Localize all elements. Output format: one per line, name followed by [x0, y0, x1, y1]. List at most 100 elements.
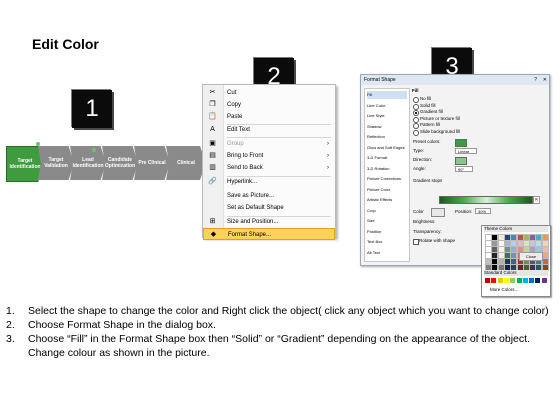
- color-swatch[interactable]: [491, 278, 497, 283]
- preset-colors-dropdown[interactable]: [455, 139, 467, 147]
- close-button[interactable]: Close: [519, 252, 543, 261]
- fill-panel: Fill No fill Solid fill Gradient fill Pictu…: [411, 88, 551, 297]
- menu-item-label: Group: [227, 141, 244, 147]
- process-step-2[interactable]: Target Validation: [38, 146, 74, 180]
- fill-option-radio[interactable]: [413, 123, 419, 129]
- more-colors-link[interactable]: More Colors...: [490, 287, 518, 293]
- menu-item[interactable]: Set as Default Shape: [203, 202, 335, 214]
- gradient-stops-bar[interactable]: [439, 196, 533, 204]
- nav-item[interactable]: Fill: [367, 91, 407, 99]
- nav-item[interactable]: 3-D Rotation: [367, 165, 407, 173]
- menu-item[interactable]: ◆ Format Shape...: [203, 228, 335, 240]
- nav-item[interactable]: Text Box: [367, 238, 407, 246]
- direction-label: Direction:: [413, 157, 433, 162]
- color-swatch[interactable]: [535, 278, 541, 283]
- send-back-icon: ▥: [209, 164, 216, 171]
- menu-item-label: Paste: [227, 114, 243, 120]
- color-swatch[interactable]: [516, 278, 522, 283]
- nav-item[interactable]: Glow and Soft Edges: [367, 144, 407, 152]
- fill-option-radio[interactable]: [413, 129, 419, 136]
- context-menu: ✂ Cut ❐ Copy 📋 Paste A Edit Text ▣ Group › ▤ Bring t…: [202, 84, 336, 240]
- help-icon[interactable]: ?: [534, 76, 537, 84]
- fill-option-radio[interactable]: [413, 116, 419, 123]
- edit-text-icon: A: [210, 126, 215, 133]
- process-step-4[interactable]: Candidate Optimization: [102, 146, 138, 180]
- step-number: 1.: [6, 305, 15, 317]
- menu-item[interactable]: ▤ Bring to Front ›: [203, 150, 335, 162]
- angle-input[interactable]: 90°: [455, 166, 473, 172]
- remove-stop-icon[interactable]: ✕: [533, 196, 540, 204]
- fill-option-radio[interactable]: [413, 103, 419, 110]
- hyperlink-icon: 🔗: [208, 178, 217, 185]
- fill-option-radio[interactable]: [413, 97, 419, 103]
- nav-item[interactable]: Picture Corrections: [367, 175, 407, 183]
- process-step-1[interactable]: Target Identification: [6, 146, 44, 182]
- process-chevron-chain: Target Identification Target Validation …: [6, 142, 212, 184]
- color-picker-button[interactable]: [431, 208, 445, 217]
- step-text: Select the shape to change the color and…: [28, 305, 549, 317]
- fill-option-label: No fill: [420, 96, 432, 101]
- type-dropdown[interactable]: Linear: [455, 148, 477, 154]
- type-label: Type:: [413, 148, 425, 153]
- menu-item[interactable]: 🔗 Hyperlink...: [203, 176, 335, 188]
- color-swatch[interactable]: [541, 278, 547, 283]
- menu-item[interactable]: ✂ Cut: [203, 87, 335, 99]
- color-swatch[interactable]: [522, 278, 528, 283]
- menu-item[interactable]: 📋 Paste: [203, 111, 335, 123]
- color-swatch[interactable]: [485, 278, 490, 283]
- dialog-title: Format Shape: [361, 75, 549, 85]
- nav-item[interactable]: Alt Text: [367, 249, 407, 257]
- nav-item[interactable]: Crop: [367, 207, 407, 215]
- nav-item[interactable]: Position: [367, 228, 407, 236]
- selection-handle[interactable]: [36, 142, 40, 146]
- process-step-5[interactable]: Pre Clinical: [134, 146, 170, 180]
- fill-option-radio[interactable]: [413, 110, 419, 116]
- menu-item-label: Send to Back: [227, 165, 263, 171]
- size-icon: ⊞: [209, 218, 216, 225]
- color-swatch[interactable]: [529, 278, 535, 283]
- nav-item[interactable]: Reflection: [367, 133, 407, 141]
- transparency-label: Transparency:: [413, 229, 442, 234]
- color-swatch[interactable]: [497, 278, 503, 283]
- color-label: Color: [413, 209, 424, 214]
- close-icon[interactable]: ✕: [543, 76, 547, 84]
- fill-option-label: Slide background fill: [420, 128, 461, 134]
- rotation-handle[interactable]: [92, 148, 96, 152]
- format-shape-dialog: Format Shape ? ✕ Fill Line Color Line Styl…: [360, 74, 551, 297]
- direction-dropdown[interactable]: [455, 157, 467, 165]
- nav-item[interactable]: Line Style: [367, 112, 407, 120]
- process-step-6[interactable]: Clinical: [166, 146, 206, 180]
- nav-item[interactable]: Artistic Effects: [367, 196, 407, 204]
- nav-item[interactable]: Shadow: [367, 123, 407, 131]
- menu-item[interactable]: ❐ Copy: [203, 99, 335, 111]
- menu-separator: [227, 124, 331, 125]
- menu-item[interactable]: A Edit Text: [203, 124, 335, 136]
- instruction-step: 1. Select the shape to change the color a…: [6, 304, 554, 318]
- position-input[interactable]: 30%: [475, 208, 491, 214]
- dialog-nav: Fill Line Color Line Style Shadow Reflection…: [364, 88, 410, 262]
- scissors-icon: ✂: [209, 89, 216, 96]
- menu-item[interactable]: ▣ Group ›: [203, 138, 335, 150]
- submenu-arrow-icon: ›: [327, 141, 329, 147]
- copy-icon: ❐: [209, 101, 216, 108]
- menu-item[interactable]: ▥ Send to Back ›: [203, 162, 335, 174]
- blank-icon: [208, 204, 217, 212]
- section-heading: Fill: [412, 88, 419, 93]
- standard-colors-label: Standard Colors: [484, 270, 548, 276]
- color-swatch[interactable]: [503, 278, 509, 283]
- nav-item[interactable]: Size: [367, 217, 407, 225]
- nav-item[interactable]: 3-D Format: [367, 154, 407, 162]
- menu-item[interactable]: Save as Picture...: [203, 190, 335, 202]
- nav-item[interactable]: Picture Color: [367, 186, 407, 194]
- color-swatch[interactable]: [510, 278, 516, 283]
- menu-item[interactable]: ⊞ Size and Position...: [203, 216, 335, 228]
- step-text: Choose “Fill” in the Format Shape box th…: [28, 333, 530, 359]
- nav-item[interactable]: Line Color: [367, 102, 407, 110]
- menu-separator: [227, 176, 331, 177]
- blank-icon: [208, 192, 217, 200]
- menu-item-label: Bring to Front: [227, 153, 264, 159]
- process-step-3[interactable]: Lead Identification: [70, 146, 106, 180]
- angle-label: Angle:: [413, 166, 426, 171]
- menu-separator: [227, 216, 331, 217]
- rotate-label: Rotate with shape: [419, 238, 456, 243]
